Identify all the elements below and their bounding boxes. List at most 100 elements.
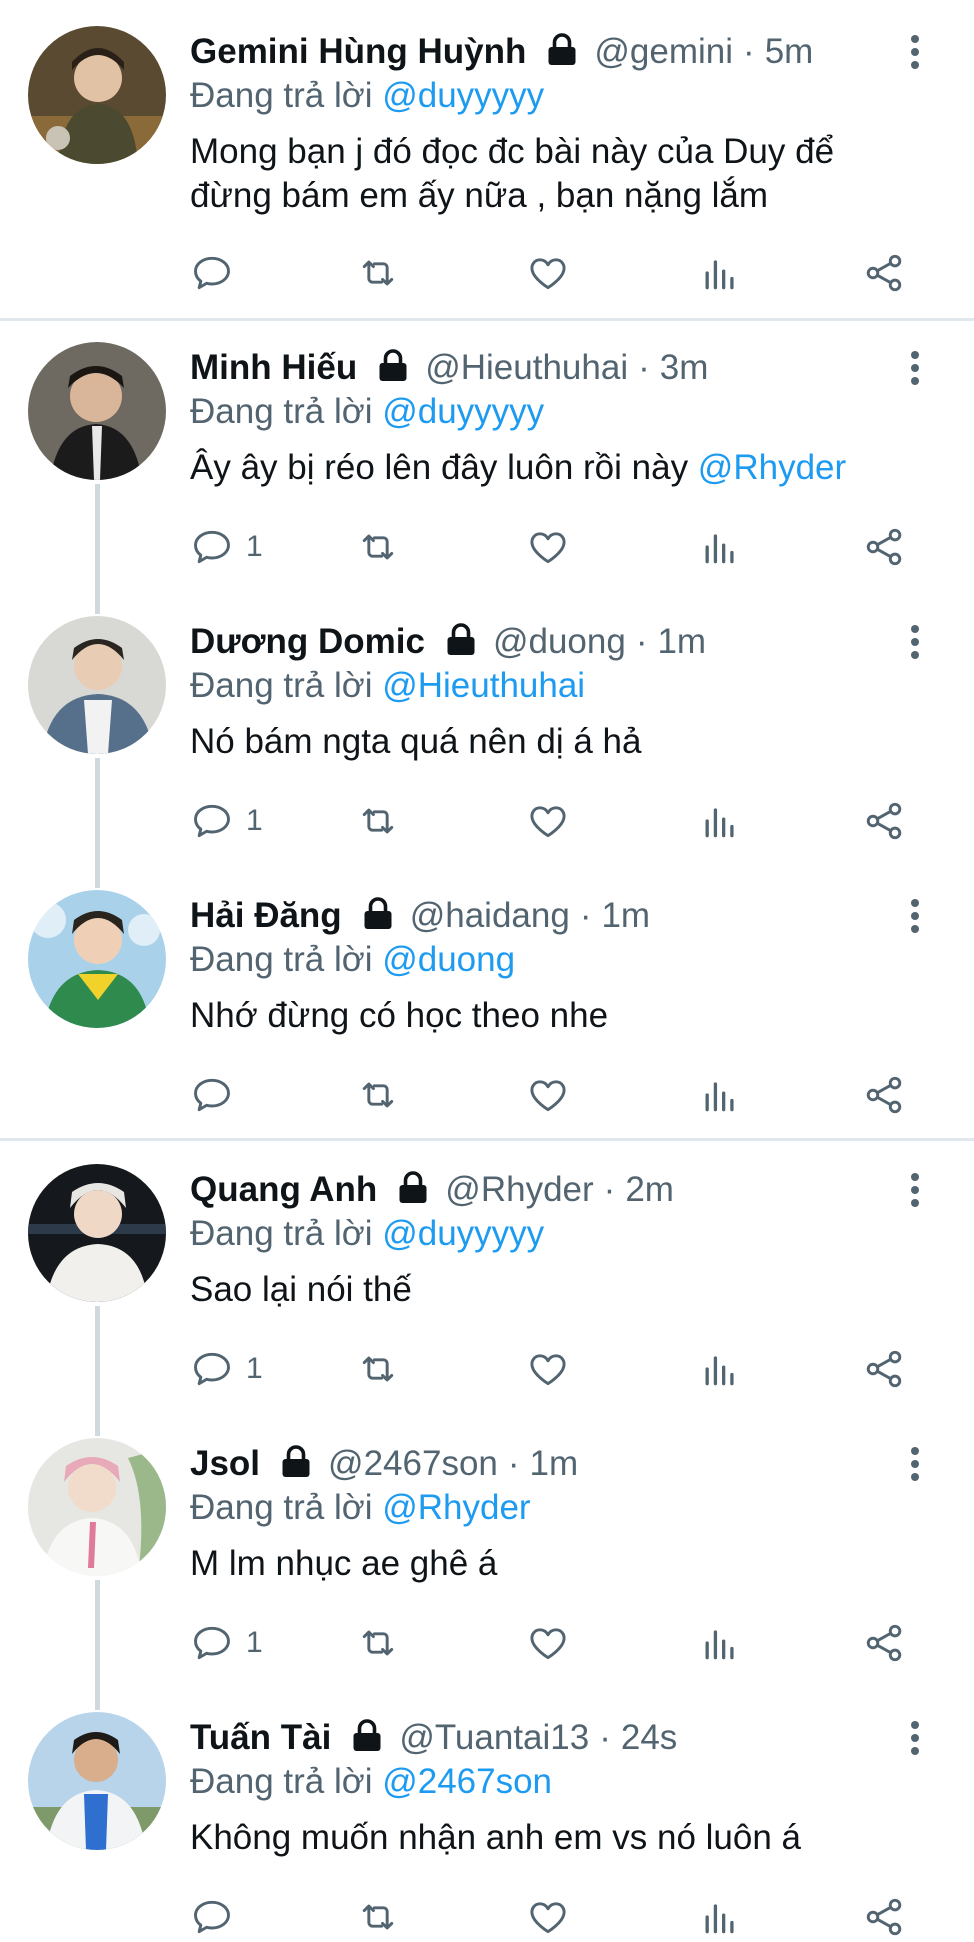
divider <box>0 1138 974 1141</box>
retweet-button[interactable] <box>356 522 400 572</box>
retweet-button[interactable] <box>356 248 400 298</box>
handle[interactable]: @Tuantai13 <box>399 1716 589 1760</box>
tweet-actions: 1 <box>190 796 934 846</box>
handle[interactable]: @haidang <box>410 894 570 938</box>
like-button[interactable] <box>526 796 570 846</box>
timestamp[interactable]: 3m <box>660 346 709 390</box>
timestamp[interactable]: 1m <box>601 894 650 938</box>
like-button[interactable] <box>526 1070 570 1120</box>
retweet-icon <box>362 1904 394 1930</box>
timestamp[interactable]: 5m <box>765 30 814 74</box>
avatar[interactable] <box>28 26 166 164</box>
reply-button[interactable] <box>190 248 246 298</box>
avatar[interactable] <box>28 1712 166 1850</box>
more-options-icon[interactable] <box>908 30 922 74</box>
views-button[interactable] <box>698 248 742 298</box>
share-button[interactable] <box>862 1070 906 1120</box>
display-name[interactable]: Tuấn Tài <box>190 1716 331 1760</box>
views-button[interactable] <box>698 1344 742 1394</box>
retweet-icon <box>362 1082 394 1108</box>
tweet[interactable]: Quang Anh @Rhyder · 2m Đang trả lời @duy… <box>0 1164 974 1434</box>
share-button[interactable] <box>862 1892 906 1942</box>
replying-to-mention[interactable]: @Rhyder <box>382 1488 530 1527</box>
retweet-button[interactable] <box>356 1892 400 1942</box>
timestamp[interactable]: 2m <box>625 1168 674 1212</box>
replying-to-mention[interactable]: @duyyyyy <box>382 392 544 431</box>
retweet-button[interactable] <box>356 1618 400 1668</box>
tweet-text: Nhớ đừng có học theo nhe <box>190 994 904 1038</box>
more-options-icon[interactable] <box>908 620 922 664</box>
handle[interactable]: @2467son <box>328 1442 498 1486</box>
more-options-icon[interactable] <box>908 894 922 938</box>
share-button[interactable] <box>862 1618 906 1668</box>
views-button[interactable] <box>698 1618 742 1668</box>
reply-button[interactable] <box>190 1892 246 1942</box>
tweet[interactable]: Gemini Hùng Huỳnh @gemini · 5m Đang trả … <box>0 26 974 306</box>
tweet[interactable]: Jsol @2467son · 1m Đang trả lời @Rhyder … <box>0 1438 974 1708</box>
tweet[interactable]: Tuấn Tài @Tuantai13 · 24s Đang trả lời @… <box>0 1712 974 1936</box>
replying-to-mention[interactable]: @Hieuthuhai <box>382 666 585 705</box>
timestamp[interactable]: 24s <box>621 1716 677 1760</box>
replying-to-mention[interactable]: @duyyyyy <box>382 76 544 115</box>
share-icon <box>866 254 902 292</box>
display-name[interactable]: Hải Đăng <box>190 894 342 938</box>
reply-button[interactable]: 1 <box>190 522 263 572</box>
like-button[interactable] <box>526 1344 570 1394</box>
heart-icon <box>530 1902 566 1934</box>
views-button[interactable] <box>698 796 742 846</box>
more-options-icon[interactable] <box>908 1442 922 1486</box>
views-button[interactable] <box>698 1892 742 1942</box>
tweet[interactable]: Hải Đăng @haidang · 1m Đang trả lời @duo… <box>0 890 974 1130</box>
views-button[interactable] <box>698 1070 742 1120</box>
reply-button[interactable]: 1 <box>190 1618 263 1668</box>
timestamp[interactable]: 1m <box>657 620 706 664</box>
display-name[interactable]: Quang Anh <box>190 1168 377 1212</box>
reply-icon <box>194 530 230 564</box>
display-name[interactable]: Dương Domic <box>190 620 425 664</box>
like-button[interactable] <box>526 522 570 572</box>
display-name[interactable]: Minh Hiếu <box>190 346 357 390</box>
share-button[interactable] <box>862 522 906 572</box>
tweet-text: Ây ây bị réo lên đây luôn rồi này @Rhyde… <box>190 446 904 490</box>
like-button[interactable] <box>526 1618 570 1668</box>
views-button[interactable] <box>698 522 742 572</box>
share-button[interactable] <box>862 796 906 846</box>
reply-count: 1 <box>246 1352 263 1385</box>
reply-button[interactable]: 1 <box>190 1344 263 1394</box>
handle[interactable]: @Hieuthuhai <box>425 346 628 390</box>
more-options-icon[interactable] <box>908 1168 922 1212</box>
retweet-button[interactable] <box>356 1344 400 1394</box>
more-options-icon[interactable] <box>908 346 922 390</box>
handle[interactable]: @Rhyder <box>445 1168 593 1212</box>
lock-icon <box>375 348 411 384</box>
avatar[interactable] <box>28 1164 166 1302</box>
avatar[interactable] <box>28 1438 166 1576</box>
replying-to: Đang trả lời @2467son <box>190 1760 552 1804</box>
like-button[interactable] <box>526 248 570 298</box>
reply-button[interactable] <box>190 1070 246 1120</box>
more-options-icon[interactable] <box>908 1716 922 1760</box>
replying-to-mention[interactable]: @duong <box>382 940 515 979</box>
replying-to-mention[interactable]: @2467son <box>382 1762 552 1801</box>
avatar[interactable] <box>28 890 166 1028</box>
display-name[interactable]: Jsol <box>190 1442 260 1486</box>
heart-icon <box>530 1080 566 1112</box>
handle[interactable]: @gemini <box>594 30 733 74</box>
tweet[interactable]: Minh Hiếu @Hieuthuhai · 3m Đang trả lời … <box>0 342 974 612</box>
replying-to-mention[interactable]: @duyyyyy <box>382 1214 544 1253</box>
separator-dot: · <box>599 1718 611 1757</box>
share-button[interactable] <box>862 1344 906 1394</box>
tweet-text-mention[interactable]: @Rhyder <box>698 448 846 487</box>
share-button[interactable] <box>862 248 906 298</box>
retweet-button[interactable] <box>356 1070 400 1120</box>
like-button[interactable] <box>526 1892 570 1942</box>
avatar[interactable] <box>28 616 166 754</box>
retweet-button[interactable] <box>356 796 400 846</box>
avatar[interactable] <box>28 342 166 480</box>
tweet[interactable]: Dương Domic @duong · 1m Đang trả lời @Hi… <box>0 616 974 886</box>
display-name[interactable]: Gemini Hùng Huỳnh <box>190 30 526 74</box>
timestamp[interactable]: 1m <box>530 1442 579 1486</box>
reply-button[interactable]: 1 <box>190 796 263 846</box>
tweet-actions: 1 <box>190 522 934 572</box>
handle[interactable]: @duong <box>493 620 626 664</box>
